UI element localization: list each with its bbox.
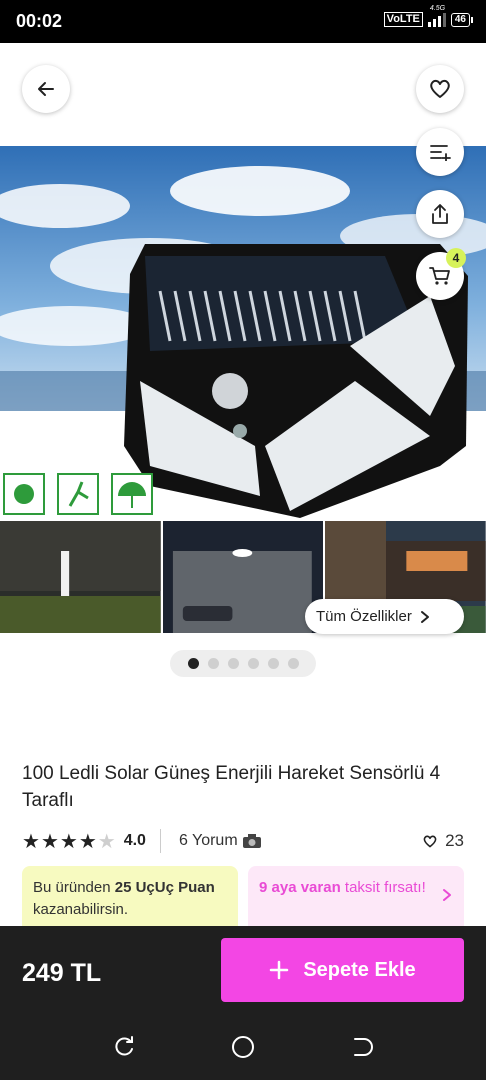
star-icon: ★: [59, 830, 78, 853]
rating-row: ★ ★ ★ ★ ★ 4.0 6 Yorum 23: [22, 828, 464, 854]
all-features-label: Tüm Özellikler: [316, 608, 412, 625]
product-price: 249 TL: [22, 959, 102, 987]
status-time: 00:02: [16, 11, 63, 31]
star-icon: ★: [78, 830, 97, 853]
product-main-image[interactable]: [0, 146, 486, 523]
recents-button[interactable]: [109, 1032, 139, 1062]
installment-bold: 9 aya varan: [259, 879, 341, 896]
points-suffix: kazanabilirsin.: [33, 901, 129, 918]
recents-icon: [115, 1036, 133, 1056]
points-prefix: Bu üründen: [33, 879, 115, 896]
heart-icon: [423, 835, 437, 847]
home-button[interactable]: [228, 1032, 258, 1062]
rating-stars: ★ ★ ★ ★ ★: [22, 829, 116, 854]
bottom-bar: 249 TL Sepete Ekle: [0, 926, 486, 1080]
chevron-right-icon: [443, 889, 451, 901]
back-nav-button[interactable]: [347, 1032, 377, 1062]
product-title: 100 Ledli Solar Güneş Enerjili Hareket S…: [22, 763, 441, 811]
chevron-right-icon: [420, 610, 429, 623]
cart-button[interactable]: 4: [416, 248, 466, 300]
all-features-button[interactable]: Tüm Özellikler: [305, 599, 464, 634]
status-bar: 00:02 VoLTE 4.5G 46: [0, 0, 486, 43]
volte-indicator: VoLTE: [383, 12, 423, 27]
list-plus-icon: [430, 145, 451, 161]
gallery-pagination: [170, 650, 316, 677]
favorite-button[interactable]: [416, 65, 464, 113]
camera-icon: [242, 834, 261, 848]
rating-value: 4.0: [123, 832, 146, 849]
battery-icon: 46: [450, 12, 474, 27]
likes-button[interactable]: 23: [423, 831, 464, 851]
thumbnail-image: [0, 521, 161, 633]
thumbnail-image: [162, 521, 324, 633]
pagination-dot[interactable]: [207, 658, 219, 669]
home-circle-icon: [232, 1036, 254, 1058]
pagination-dot[interactable]: [287, 658, 299, 669]
arrow-left-icon: [38, 82, 54, 96]
likes-count: 23: [445, 831, 464, 850]
star-empty-icon: ★: [97, 830, 116, 853]
back-nav-icon: [354, 1038, 373, 1056]
compare-button[interactable]: [416, 128, 464, 176]
network-type: 4.5G: [429, 4, 446, 12]
pagination-dot[interactable]: [227, 658, 239, 669]
divider: [159, 829, 161, 853]
heart-icon: [430, 79, 450, 98]
add-to-cart-button[interactable]: Sepete Ekle: [221, 938, 464, 1002]
back-button[interactable]: [22, 65, 70, 113]
cart-count-badge: 4: [446, 248, 466, 268]
system-nav-bar: [0, 1032, 486, 1062]
star-icon: ★: [22, 830, 40, 853]
points-amount: 25 UçUç Puan: [114, 879, 215, 896]
pagination-dot[interactable]: [247, 658, 259, 669]
reviews-text: 6 Yorum: [178, 832, 238, 849]
status-icons: VoLTE 4.5G 46: [383, 5, 474, 27]
share-icon: [432, 204, 448, 224]
star-icon: ★: [40, 830, 59, 853]
share-button[interactable]: [416, 190, 464, 238]
signal-icon: 4.5G: [427, 5, 446, 27]
cart-icon: [429, 267, 450, 285]
plus-icon: [270, 960, 289, 980]
pagination-dot[interactable]: [267, 658, 279, 669]
reviews-link[interactable]: 6 Yorum: [179, 832, 262, 850]
pagination-dot[interactable]: [187, 658, 199, 669]
installment-suffix: taksit fırsatı!: [340, 879, 426, 896]
add-to-cart-label: Sepete Ekle: [303, 958, 416, 981]
